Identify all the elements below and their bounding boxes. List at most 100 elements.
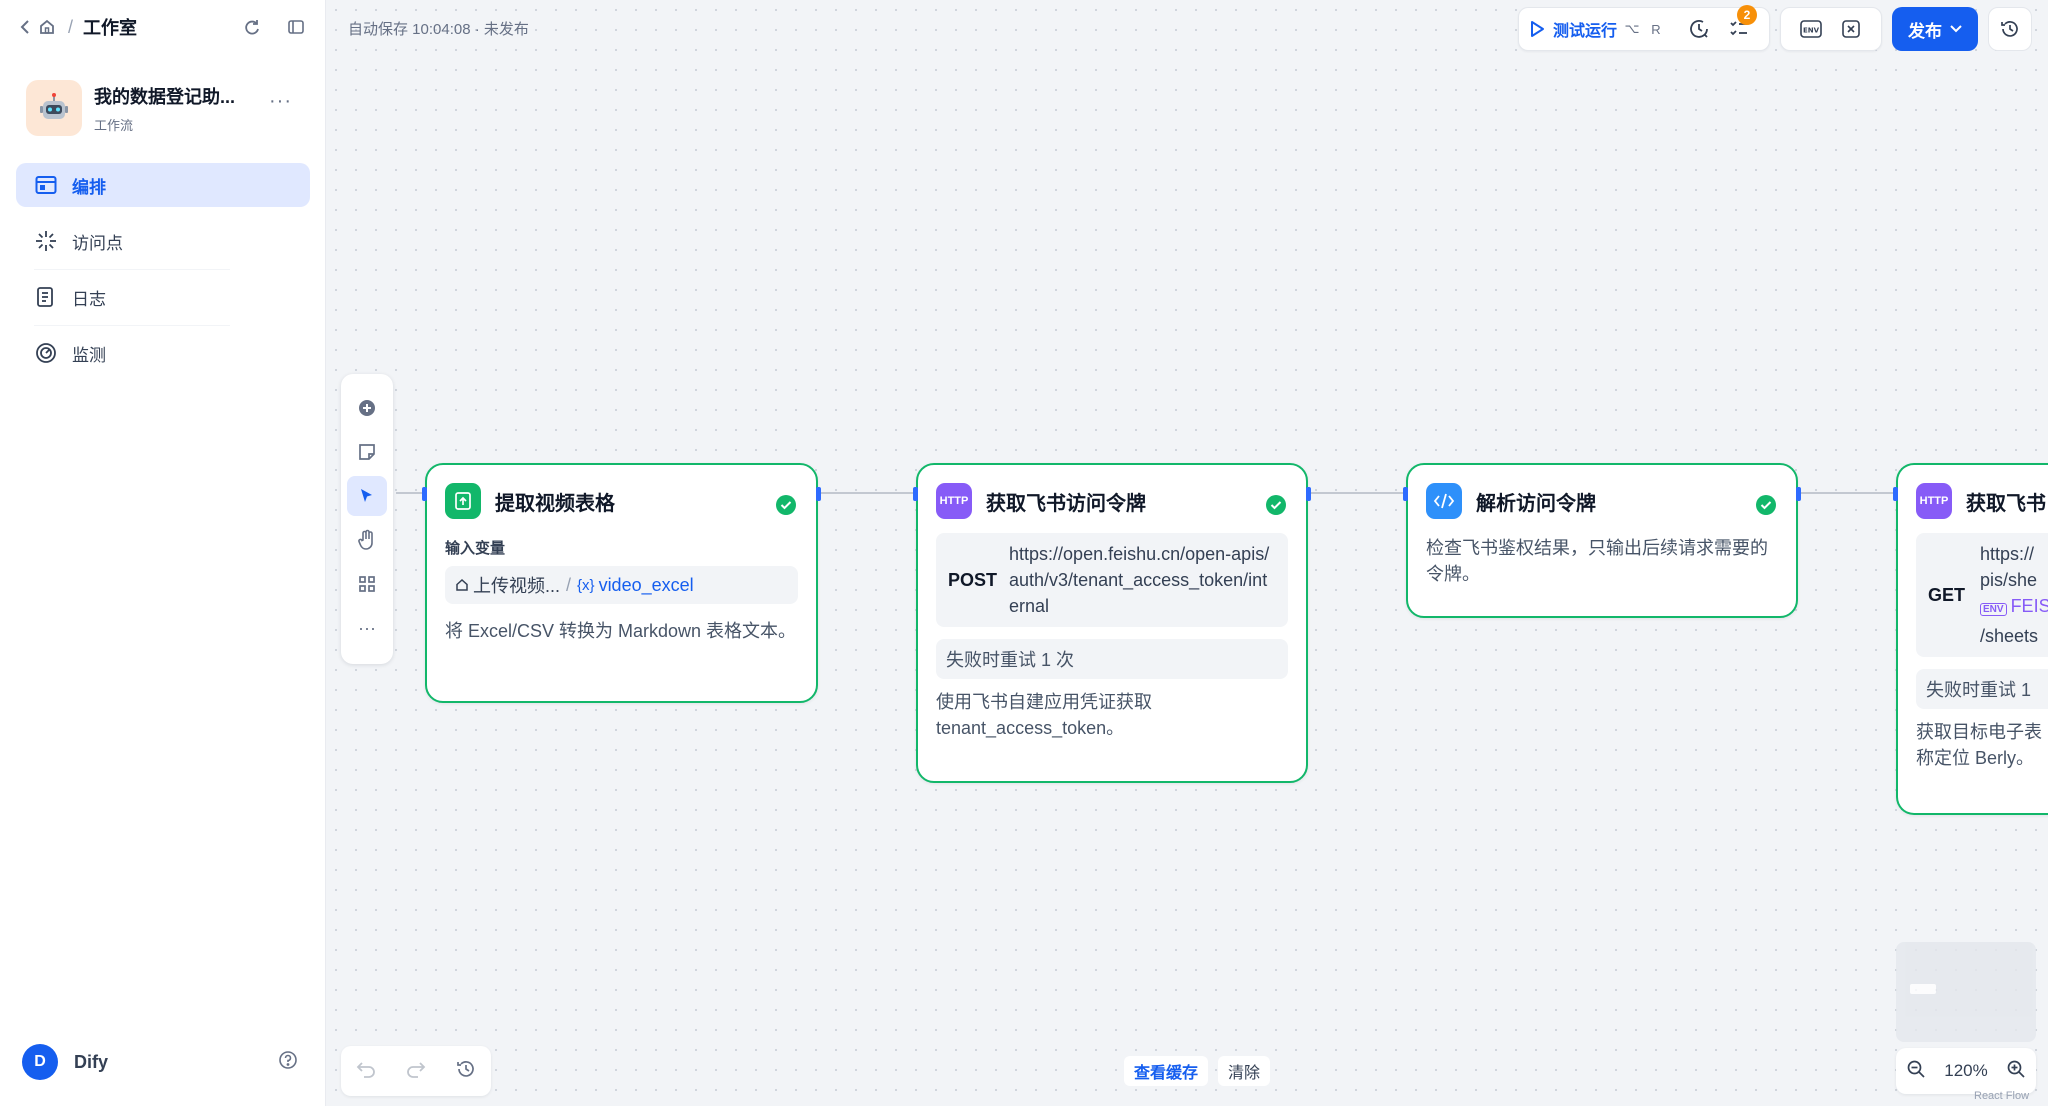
version-history-button[interactable] <box>1988 7 2032 51</box>
node-port-in[interactable] <box>1403 487 1408 501</box>
env-icon[interactable]: ENV <box>1791 9 1831 49</box>
log-icon <box>34 285 58 309</box>
pointer-icon[interactable] <box>347 476 387 516</box>
history-icon <box>2001 21 2018 37</box>
chevron-left-icon[interactable] <box>14 16 36 38</box>
minimap[interactable] <box>1896 942 2036 1042</box>
refresh-icon[interactable] <box>241 16 263 38</box>
canvas-toolbar: 测试运行 ⌥ R 2 ENV 发布 <box>1517 5 2048 52</box>
sidebar-item-label: 监测 <box>72 345 106 365</box>
zoom-out-icon[interactable] <box>1906 1059 1926 1084</box>
node-title: 解析访问令牌 <box>1476 492 1596 515</box>
sidebar-item-label: 访问点 <box>72 233 123 253</box>
node-port-out[interactable] <box>816 487 821 501</box>
env-icon: ENV <box>1980 603 2007 616</box>
url-line: /sheets <box>1980 626 2039 646</box>
svg-text:ENV: ENV <box>1803 27 1820 35</box>
add-node-icon[interactable] <box>347 388 387 428</box>
home-icon[interactable] <box>36 16 58 38</box>
sidebar-item-access-point[interactable]: 访问点 <box>16 219 310 270</box>
node-port-out[interactable] <box>1306 487 1311 501</box>
document-extractor-icon <box>445 483 481 519</box>
http-icon: HTTP <box>1916 483 1952 519</box>
success-check-icon <box>776 495 796 515</box>
history-icon[interactable] <box>456 1059 476 1084</box>
organize-icon[interactable] <box>347 564 387 604</box>
http-request: GET https:// pis/she ENV FEIS /sheets <box>1916 533 2048 657</box>
help-icon[interactable] <box>278 1050 298 1075</box>
sidebar-item-label: 编排 <box>72 177 106 197</box>
node-title: 提取视频表格 <box>495 492 615 515</box>
variable-icon[interactable] <box>1831 9 1871 49</box>
view-cache-button[interactable]: 查看缓存 <box>1124 1056 1209 1086</box>
sidebar-item-logs[interactable]: 日志 <box>16 275 310 326</box>
publish-button[interactable]: 发布 <box>1892 7 1978 51</box>
publish-label: 发布 <box>1908 21 1942 41</box>
zoom-level[interactable]: 120% <box>1944 1061 1987 1081</box>
node-description: 使用飞书自建应用凭证获取 tenant_access_token。 <box>936 692 1152 738</box>
redo-icon[interactable] <box>406 1060 426 1083</box>
http-request: POST https://open.feishu.cn/open-apis/au… <box>936 533 1288 627</box>
node-description: 检查飞书鉴权结果，只输出后续请求需要的令牌。 <box>1426 538 1768 584</box>
node-get-feishu-token[interactable]: HTTP 获取飞书访问令牌 POST https://open.feishu.c… <box>913 463 1311 783</box>
sidebar-item-monitor[interactable]: 监测 <box>16 331 310 375</box>
success-check-icon <box>1756 495 1776 515</box>
sidebar-item-orchestrate[interactable]: 编排 <box>16 163 310 207</box>
cache-controls: 查看缓存 清除 <box>1124 1056 1271 1086</box>
input-variable[interactable]: 上传视频... / {x} video_excel <box>445 566 798 604</box>
zoom-in-icon[interactable] <box>2006 1059 2026 1084</box>
layout-icon <box>34 173 58 197</box>
autosave-status: 自动保存 10:04:08 · 未发布 <box>348 21 529 38</box>
node-port-out[interactable] <box>1796 487 1801 501</box>
http-method: POST <box>948 569 998 590</box>
url-line: pis/she <box>1980 570 2038 590</box>
test-run-group: 测试运行 ⌥ R 2 <box>1517 5 1770 51</box>
variable-separator: / <box>566 574 572 595</box>
collapse-sidebar-icon[interactable] <box>285 16 307 38</box>
breadcrumb-title[interactable]: 工作室 <box>83 14 137 40</box>
add-note-icon[interactable] <box>347 432 387 472</box>
node-description: 获取目标电子表 称定位 Berly。 <box>1916 719 2048 771</box>
shortcut-key: R <box>1651 21 1661 37</box>
sidebar-item-label: 日志 <box>72 289 106 309</box>
undo-icon[interactable] <box>356 1060 376 1083</box>
node-port-in[interactable] <box>422 487 427 501</box>
hand-icon[interactable] <box>347 520 387 560</box>
home-icon <box>456 578 468 591</box>
app-type: 工作流 <box>94 117 134 133</box>
sidebar: / 工作室 我的数据登记助... 工作流 ··· 编排 访问点 日志 监测 D … <box>0 0 326 1106</box>
test-run-button[interactable]: 测试运行 ⌥ R <box>1529 17 1665 41</box>
variable-source: 上传视频... <box>473 576 561 596</box>
node-parse-token[interactable]: 解析访问令牌 检查飞书鉴权结果，只输出后续请求需要的令牌。 <box>1403 463 1801 618</box>
edge <box>1798 492 1894 494</box>
node-port-in[interactable] <box>1893 487 1898 501</box>
node-port-in[interactable] <box>913 487 918 501</box>
app-info[interactable]: 我的数据登记助... 工作流 ··· <box>26 80 306 136</box>
node-get-feishu-sheet[interactable]: HTTP 获取飞书 GET https:// pis/she ENV FEIS /… <box>1893 463 2048 815</box>
code-icon <box>1426 483 1462 519</box>
variable-name: video_excel <box>598 574 694 595</box>
node-title: 获取飞书访问令牌 <box>986 492 1146 515</box>
node-extract-video-table[interactable]: 提取视频表格 输入变量 上传视频... / {x} video_excel 将 … <box>422 463 821 703</box>
minimap-viewport <box>1910 984 1936 994</box>
run-history-icon[interactable] <box>1679 9 1719 49</box>
undo-redo-group <box>341 1046 491 1096</box>
app-avatar-robot-icon <box>26 80 82 136</box>
http-url: https:// pis/she ENV FEIS /sheets <box>1980 541 2048 649</box>
more-icon[interactable]: ··· <box>347 608 387 648</box>
sidebar-top-actions <box>241 16 307 38</box>
url-line: https:// <box>1980 544 2035 564</box>
checklist-icon[interactable]: 2 <box>1719 5 1759 49</box>
clear-cache-button[interactable]: 清除 <box>1218 1056 1271 1086</box>
variable-icon: {x} <box>577 576 595 594</box>
shortcut-key: ⌥ <box>1624 21 1640 36</box>
user-account[interactable]: D Dify <box>22 1044 108 1080</box>
edge <box>1308 492 1404 494</box>
more-options-icon[interactable]: ··· <box>269 90 292 113</box>
desc-line: 称定位 Berly。 <box>1916 748 2035 768</box>
http-icon: HTTP <box>936 483 972 519</box>
edge <box>818 492 914 494</box>
node-description: 将 Excel/CSV 转换为 Markdown 表格文本。 <box>445 621 797 641</box>
env-group: ENV <box>1780 7 1882 51</box>
user-name: Dify <box>74 1051 109 1072</box>
